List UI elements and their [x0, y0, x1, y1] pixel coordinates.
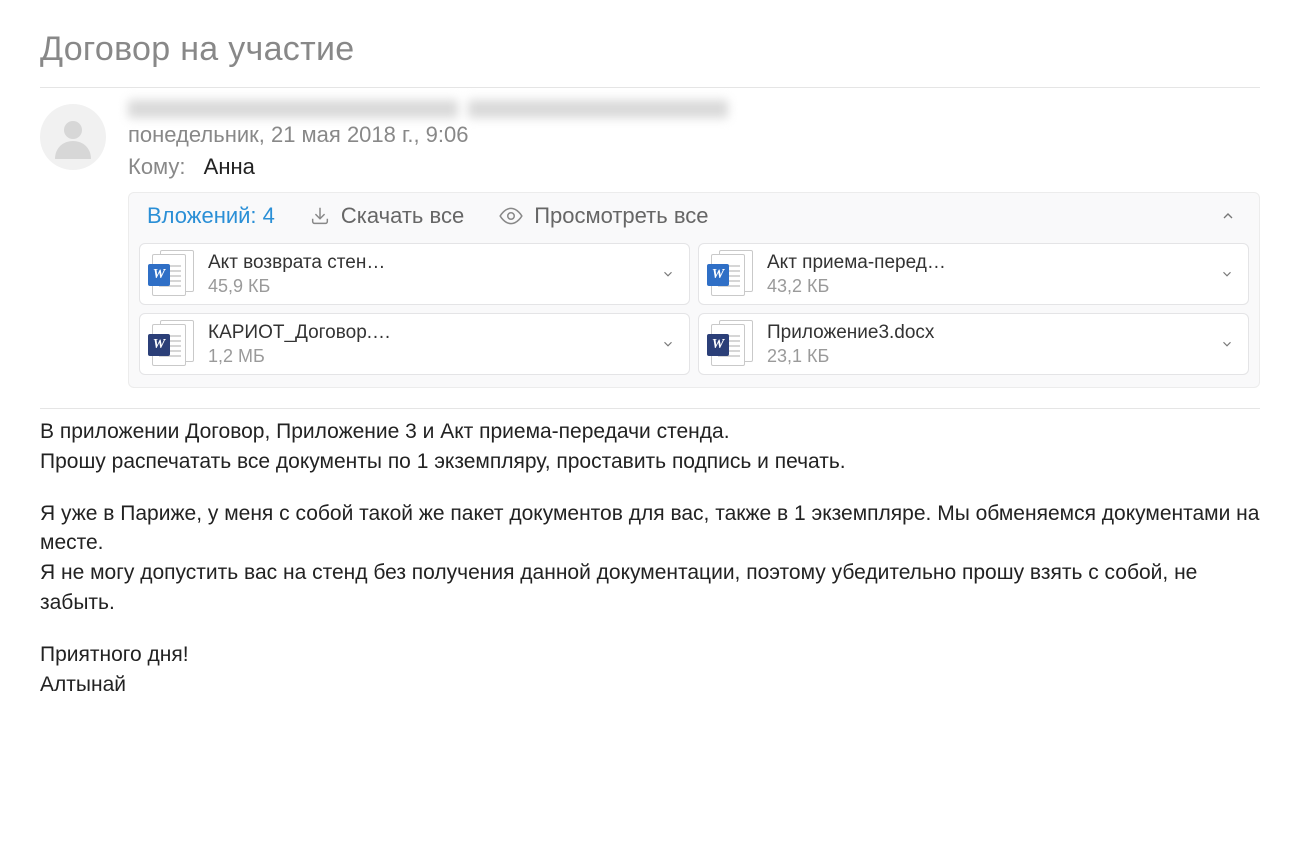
attachment-item[interactable]: W Акт возврата стен… 45,9 КБ — [139, 243, 690, 305]
preview-all-label: Просмотреть все — [534, 203, 708, 229]
attachment-size: 45,9 КБ — [208, 276, 645, 297]
attachment-menu-button[interactable] — [1216, 333, 1238, 355]
attachment-size: 1,2 МБ — [208, 346, 645, 367]
chevron-up-icon — [1220, 208, 1236, 224]
word-doc-icon: W — [709, 250, 755, 298]
chevron-down-icon — [661, 267, 675, 281]
body-paragraph: Прошу распечатать все документы по 1 экз… — [40, 447, 1260, 477]
email-subject: Договор на участие — [40, 30, 1260, 69]
email-to: Кому: Анна — [128, 154, 1260, 180]
attachments-grid: W Акт возврата стен… 45,9 КБ W — [129, 239, 1259, 387]
attachment-menu-button[interactable] — [1216, 263, 1238, 285]
preview-all-button[interactable]: Просмотреть все — [498, 203, 708, 229]
body-paragraph: Я не могу допустить вас на стенд без пол… — [40, 558, 1260, 618]
word-docx-icon: W — [150, 320, 196, 368]
attachment-item[interactable]: W КАРИОТ_Договор.… 1,2 МБ — [139, 313, 690, 375]
collapse-attachments-button[interactable] — [1215, 203, 1241, 229]
word-doc-icon: W — [150, 250, 196, 298]
download-all-button[interactable]: Скачать все — [309, 203, 464, 229]
attachment-size: 43,2 КБ — [767, 276, 1204, 297]
to-label: Кому: — [128, 154, 186, 179]
attachment-name: Приложение3.docx — [767, 322, 1204, 344]
email-header: понедельник, 21 мая 2018 г., 9:06 Кому: … — [40, 88, 1260, 408]
to-name: Анна — [204, 154, 255, 179]
body-paragraph: Я уже в Париже, у меня с собой такой же … — [40, 499, 1260, 559]
attachments-toolbar: Вложений: 4 Скачать все Просмотреть все — [129, 193, 1259, 239]
attachment-size: 23,1 КБ — [767, 346, 1204, 367]
attachment-name: Акт приема-перед… — [767, 252, 1204, 274]
body-signoff: Приятного дня! — [40, 640, 1260, 670]
person-icon — [49, 113, 97, 161]
eye-icon — [498, 203, 524, 229]
attachment-item[interactable]: W Акт приема-перед… 43,2 КБ — [698, 243, 1249, 305]
word-docx-icon: W — [709, 320, 755, 368]
chevron-down-icon — [1220, 337, 1234, 351]
body-paragraph: В приложении Договор, Приложение 3 и Акт… — [40, 417, 1260, 447]
chevron-down-icon — [1220, 267, 1234, 281]
body-signature: Алтынай — [40, 670, 1260, 700]
download-all-label: Скачать все — [341, 203, 464, 229]
attachment-name: Акт возврата стен… — [208, 252, 645, 274]
download-icon — [309, 205, 331, 227]
sender-line — [128, 100, 1260, 118]
attachment-item[interactable]: W Приложение3.docx 23,1 КБ — [698, 313, 1249, 375]
attachment-name: КАРИОТ_Договор.… — [208, 322, 645, 344]
sender-email-redacted — [468, 100, 728, 118]
attachment-menu-button[interactable] — [657, 333, 679, 355]
attachments-count: Вложений: 4 — [147, 203, 275, 229]
sender-name-redacted — [128, 100, 458, 118]
chevron-down-icon — [661, 337, 675, 351]
avatar — [40, 104, 106, 170]
attachment-menu-button[interactable] — [657, 263, 679, 285]
email-body: В приложении Договор, Приложение 3 и Акт… — [40, 417, 1260, 700]
attachments-panel: Вложений: 4 Скачать все Просмотреть все — [128, 192, 1260, 388]
email-date: понедельник, 21 мая 2018 г., 9:06 — [128, 122, 1260, 148]
divider — [40, 408, 1260, 409]
